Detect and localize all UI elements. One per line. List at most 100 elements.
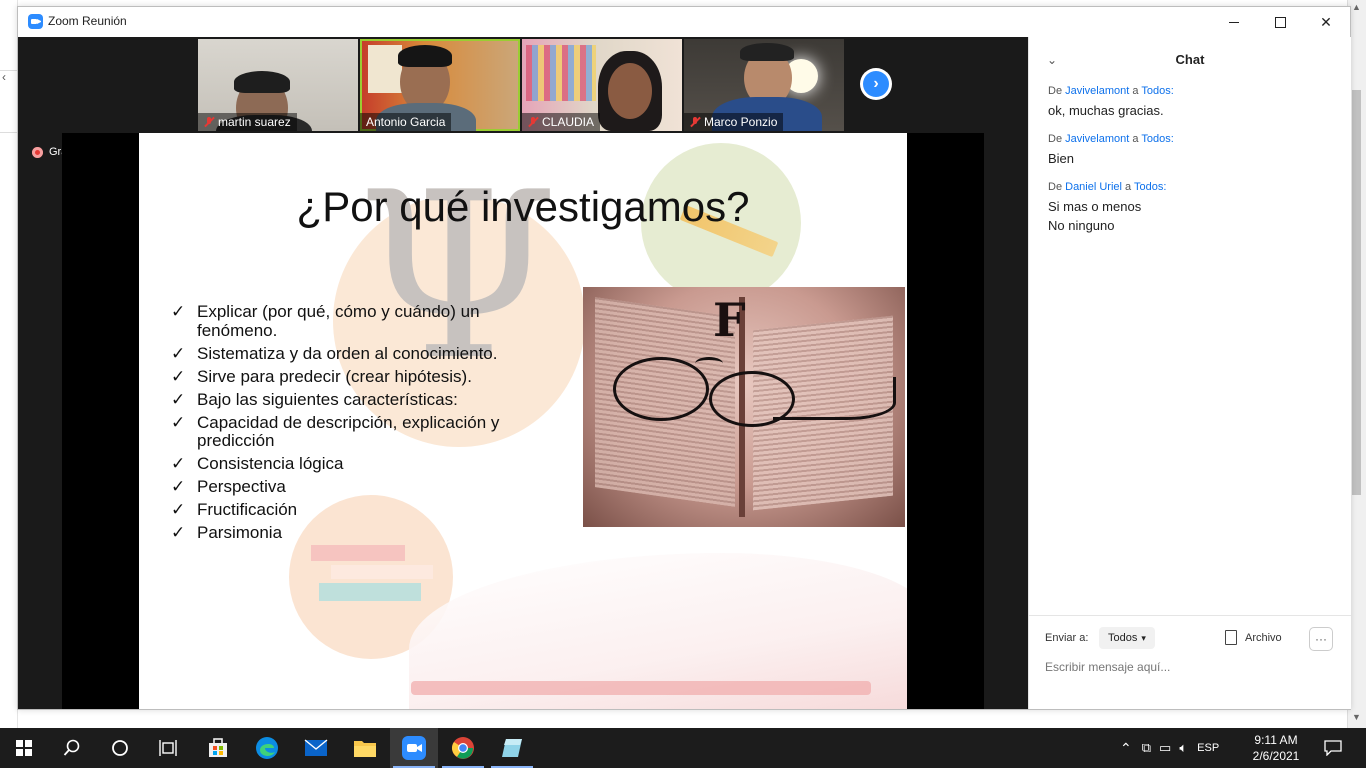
slide-bullet: Bajo las siguientes características: [169, 390, 539, 410]
send-to-label: Enviar a: [1045, 632, 1089, 644]
participant-strip: martin suarez Antonio Garcia CLAUDIA Mar… [198, 39, 844, 131]
chevron-right-icon: › [863, 71, 889, 97]
task-view-button[interactable] [144, 728, 192, 768]
chat-message-text: Bien [1048, 151, 1075, 166]
minimize-icon [1229, 21, 1239, 23]
maximize-icon [1274, 16, 1286, 28]
participant-name: CLAUDIA [542, 115, 595, 129]
background-left-panel: ‹ [0, 0, 18, 728]
recording-icon [32, 146, 43, 158]
chat-message: De Daniel Uriel a Todos: Si mas o menos … [1048, 180, 1338, 235]
system-tray: ⌃ ⧉ ▭ 🔈︎ ESP [1120, 728, 1219, 768]
file-icon [1225, 630, 1237, 645]
participant-name: martin suarez [218, 115, 291, 129]
chat-sender[interactable]: Javivelamont [1065, 133, 1129, 145]
meet-now-icon[interactable]: ⧉ [1142, 740, 1151, 756]
participant-name: Antonio Garcia [366, 115, 446, 129]
participant-tile-active-speaker[interactable]: Antonio Garcia [360, 39, 520, 131]
chevron-up-icon[interactable]: ⌃ [1120, 740, 1132, 757]
chat-panel: ⌄ Chat De Javivelamont a Todos: ok, much… [1028, 37, 1351, 709]
chevron-down-icon: ▾ [1141, 632, 1146, 643]
taskbar-app[interactable] [488, 728, 536, 768]
battery-icon[interactable]: ▭ [1159, 740, 1171, 756]
chat-sender[interactable]: Javivelamont [1065, 85, 1129, 97]
taskbar-chrome[interactable] [439, 728, 487, 768]
participant-tile[interactable]: martin suarez [198, 39, 358, 131]
mic-muted-icon [204, 117, 214, 127]
participant-name-bar: CLAUDIA [522, 113, 601, 131]
search-button[interactable] [48, 728, 96, 768]
maximize-button[interactable] [1257, 7, 1303, 37]
zoom-window: Zoom Reunión ✕ martin suarez Antonio Gar… [17, 6, 1351, 710]
chat-message-text: Si mas o menos [1048, 199, 1142, 214]
file-button[interactable]: Archivo [1225, 630, 1282, 645]
send-to-dropdown[interactable]: Todos ▾ [1099, 627, 1155, 649]
cortana-icon [112, 740, 128, 756]
title-bar: Zoom Reunión ✕ [18, 7, 1350, 37]
chat-title: Chat [1175, 52, 1205, 67]
book-letter: F [713, 293, 746, 347]
next-participants-button[interactable]: › [860, 68, 892, 100]
book-glasses-photo: F [583, 287, 905, 527]
notifications-button[interactable] [1316, 728, 1350, 768]
scroll-up-icon[interactable]: ▲ [1352, 2, 1361, 12]
meeting-area: martin suarez Antonio Garcia CLAUDIA Mar… [18, 37, 1028, 709]
taskbar-mail[interactable] [292, 728, 340, 768]
taskbar-zoom[interactable] [390, 728, 438, 768]
slide-bullet: Fructificación [169, 500, 539, 520]
chat-sender[interactable]: Daniel Uriel [1065, 181, 1122, 193]
zoom-app-icon [28, 14, 43, 29]
chat-message-text: No ninguno [1048, 218, 1115, 233]
app-icon [502, 739, 522, 757]
chat-message-meta: De Javivelamont a Todos: [1048, 133, 1174, 145]
scrollbar-thumb[interactable] [1352, 90, 1361, 495]
chat-message: De Javivelamont a Todos: Bien [1048, 132, 1338, 168]
slide-bullet: Consistencia lógica [169, 454, 539, 474]
chat-recipient[interactable]: Todos: [1134, 181, 1166, 193]
more-options-button[interactable]: ··· [1309, 627, 1333, 651]
chat-recipient[interactable]: Todos: [1141, 133, 1173, 145]
taskbar-edge[interactable] [243, 728, 291, 768]
notifications-icon [1324, 740, 1342, 756]
taskbar-clock[interactable]: 9:11 AM 2/6/2021 [1244, 732, 1308, 764]
zoom-app-icon [402, 736, 426, 760]
volume-icon[interactable]: 🔈︎ [1179, 740, 1187, 756]
taskbar-store[interactable] [194, 728, 242, 768]
chat-message-text: ok, muchas gracias. [1048, 103, 1164, 118]
scroll-down-icon[interactable]: ▼ [1352, 712, 1361, 722]
slide-title: ¿Por qué investigamos? [296, 183, 750, 230]
close-icon: ✕ [1320, 13, 1332, 30]
close-button[interactable]: ✕ [1303, 7, 1349, 37]
chat-message-list: De Javivelamont a Todos: ok, muchas grac… [1048, 84, 1338, 247]
slide-bullet: Sirve para predecir (crear hipótesis). [169, 367, 539, 387]
start-button[interactable] [0, 728, 48, 768]
chevron-left-icon: ‹ [2, 70, 6, 84]
task-view-icon [159, 740, 177, 756]
chat-message-meta: De Daniel Uriel a Todos: [1048, 181, 1167, 193]
slide-bullet: Perspectiva [169, 477, 539, 497]
clock-time: 9:11 AM [1254, 733, 1298, 747]
chat-composer: Enviar a: Todos ▾ Archivo ··· [1029, 615, 1351, 710]
slide-bullet: Explicar (por qué, cómo y cuándo) un fen… [169, 302, 539, 340]
language-indicator[interactable]: ESP [1197, 742, 1219, 754]
participant-name-bar: Antonio Garcia [360, 113, 452, 131]
chat-message-input[interactable] [1045, 660, 1335, 674]
presentation-slide: Ψ ¿Por qué investigamos? Explicar (por q… [139, 133, 907, 709]
participant-name-bar: martin suarez [198, 113, 297, 131]
taskbar-file-explorer[interactable] [341, 728, 389, 768]
minimize-button[interactable] [1211, 7, 1257, 37]
participant-name: Marco Ponzio [704, 115, 778, 129]
participant-tile[interactable]: CLAUDIA [522, 39, 682, 131]
books-icon [311, 545, 405, 561]
chat-recipient[interactable]: Todos: [1141, 85, 1173, 97]
cortana-button[interactable] [96, 728, 144, 768]
slide-bullet: Capacidad de descripción, explicación y … [169, 413, 539, 451]
mic-muted-icon [690, 117, 700, 127]
participant-name-bar: Marco Ponzio [684, 113, 784, 131]
mail-icon [304, 739, 328, 756]
store-icon [209, 738, 227, 757]
slide-bullet: Parsimonia [169, 523, 539, 543]
windows-taskbar: ⌃ ⧉ ▭ 🔈︎ ESP 9:11 AM 2/6/2021 [0, 728, 1366, 768]
participant-tile[interactable]: Marco Ponzio [684, 39, 844, 131]
search-icon [63, 739, 80, 756]
